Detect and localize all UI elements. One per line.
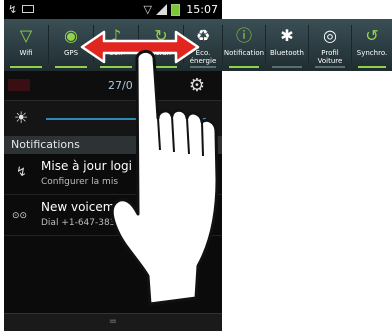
notification-title: Mise à jour logi <box>41 159 132 173</box>
toggle-wifi[interactable]: ▽ Wifi <box>4 19 48 71</box>
update-icon: ↯ <box>16 165 27 180</box>
notification-icon: ⓘ <box>235 26 252 45</box>
wifi-icon: ▽ <box>19 26 33 45</box>
notification-item[interactable]: ↯ Mise à jour logi Configurer la mis <box>4 155 222 195</box>
profile-chip <box>8 79 30 91</box>
toggle-sync[interactable]: ↺ Synchro. <box>352 19 392 71</box>
brightness-row: ☀ <box>4 101 222 136</box>
usb-icon: ↯ <box>8 3 18 16</box>
toggle-sound[interactable]: ♪ Son <box>94 19 138 71</box>
notification-subtitle: Configurer la mis <box>41 177 119 187</box>
screenshot-stage: ↯ ▽ 15:07 27/0 2 ⚙ ☀ Notifications ↯ Mis… <box>0 0 392 331</box>
toggle-bluetooth[interactable]: ✱ Bluetooth <box>266 19 308 71</box>
notification-subtitle: Dial +1-647-383- <box>41 218 119 228</box>
date-row: 27/0 2 ⚙ <box>4 71 222 101</box>
power-saving-icon: ♻ <box>195 26 211 45</box>
toggle-car-profile[interactable]: ◎ Profil Voiture <box>309 19 351 71</box>
sound-icon: ♪ <box>110 26 122 45</box>
notification-title: New voicema <box>41 200 122 214</box>
clock: 15:07 <box>186 3 218 16</box>
message-icon <box>22 5 34 13</box>
brightness-slider[interactable] <box>46 118 206 120</box>
status-bar: ↯ ▽ 15:07 <box>4 0 222 19</box>
car-profile-icon: ◎ <box>323 26 337 45</box>
toggle-gps[interactable]: ◉ GPS <box>49 19 93 71</box>
gps-icon: ◉ <box>64 26 78 45</box>
signal-icon <box>156 4 167 15</box>
battery-icon <box>171 4 180 16</box>
quick-toggle-strip: ▽ Wifi ◉ GPS ♪ Son ↻ Écran ♻ Éco. énergi… <box>4 19 392 71</box>
date-text: 27/0 2 <box>108 79 144 92</box>
notification-item[interactable]: ⊙⊙ New voicema Dial +1-647-383- <box>4 196 222 236</box>
toggle-screen-rotation[interactable]: ↻ Écran <box>139 19 183 71</box>
voicemail-icon: ⊙⊙ <box>12 211 28 221</box>
brightness-icon: ☀ <box>14 108 29 127</box>
toggle-notification[interactable]: ⓘ Notification <box>223 19 265 71</box>
toggle-power-saving[interactable]: ♻ Éco. énergie <box>184 19 222 71</box>
panel-drag-handle[interactable]: = <box>4 313 222 331</box>
notifications-header: Notifications <box>4 136 222 154</box>
bluetooth-icon: ✱ <box>280 26 294 45</box>
sync-icon: ↺ <box>365 26 379 45</box>
wifi-status-icon: ▽ <box>143 3 152 16</box>
screen-rotation-icon: ↻ <box>154 26 168 45</box>
gear-icon[interactable]: ⚙ <box>186 75 208 97</box>
